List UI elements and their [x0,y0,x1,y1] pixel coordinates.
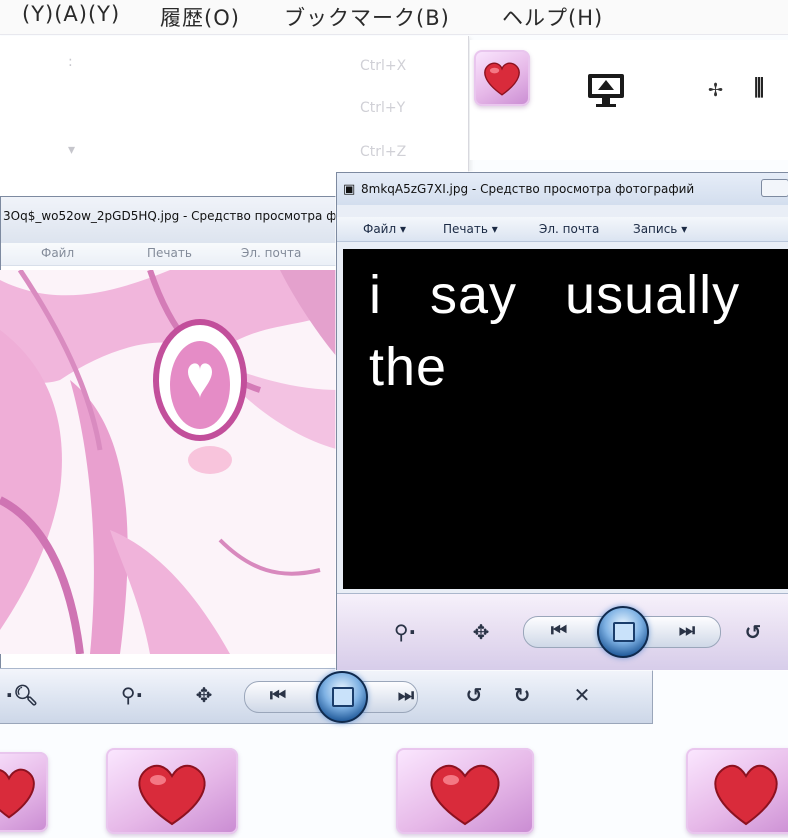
heart-folder-icon[interactable] [474,50,530,106]
monitor-icon[interactable] [582,70,630,110]
rotate-left-icon[interactable]: ↺ [458,681,490,709]
front-window-title: 8mkqA5zG7XI.jpg - Средство просмотра фот… [361,182,695,196]
fit-window-icon[interactable]: ✥ [463,618,499,646]
shortcut-redo: Ctrl+Y [360,100,406,116]
anime-artwork-image [0,270,340,654]
menu-item-help[interactable]: ヘルプ(H) [502,2,603,32]
menu-item-view[interactable]: (Y)(A)(Y) [22,2,120,26]
back-menu-file[interactable]: Файл [41,246,74,260]
menu-file[interactable]: Файл ▾ [363,222,406,236]
slideshow-button[interactable] [316,671,368,723]
slideshow-icon [613,622,635,642]
zoom-icon[interactable]: ⚲· [108,681,156,709]
photo-viewer-icon: ▣ [343,182,356,197]
zoom-icon[interactable]: ⚲· [381,618,429,646]
next-icon[interactable]: ⏭ [386,682,426,710]
previous-icon[interactable]: ⏮ [539,617,579,645]
menu-print[interactable]: Печать ▾ [443,222,498,236]
zoom-in-icon[interactable]: ·🔍︎ [2,681,42,709]
shortcut-cut: Ctrl+X [360,58,407,74]
front-photo-viewer-window: ▣ 8mkqA5zG7XI.jpg - Средство просмотра ф… [336,172,788,670]
menu-burn[interactable]: Запись ▾ [633,222,687,236]
next-icon[interactable]: ⏭ [667,617,707,645]
minimize-button[interactable] [761,179,788,197]
toolbar-icon-strip: ✢ ⫼ [470,40,788,160]
slideshow-icon [332,687,354,707]
heart-folder-icon[interactable] [106,748,238,834]
chevron-down-icon: ▾ [68,142,76,158]
menu-item-bookmarks[interactable]: ブックマーク(B) [284,2,450,32]
back-menu-email[interactable]: Эл. почта [241,246,301,260]
slideshow-button[interactable] [597,606,649,658]
delete-icon[interactable]: ✕ [564,681,600,709]
back-window-titlebar[interactable]: 3Oq$_wo52ow_2pGD5HQ.jpg - Средство просм… [1,197,341,243]
shortcut-undo: Ctrl+Z [360,144,407,160]
pin-icon[interactable]: ✢ [708,80,723,101]
front-window-titlebar[interactable]: ▣ 8mkqA5zG7XI.jpg - Средство просмотра ф… [337,173,788,205]
previous-icon[interactable]: ⏮ [258,682,298,710]
photo-display-area: i say usually the [343,249,788,589]
menu-item-history[interactable]: 履歴(O) [160,2,240,32]
browser-menu-bar: (Y)(A)(Y) 履歴(O) ブックマーク(B) ヘルプ(H) [0,0,788,35]
back-menu-print[interactable]: Печать [147,246,192,260]
rotate-right-icon[interactable]: ↻ [506,681,538,709]
heart-folder-icon[interactable] [686,748,788,834]
front-window-controls: ⚲· ✥ ⏮ ⏭ ↺ [337,593,788,670]
back-window-toolbar: Файл Печать Эл. почта [1,243,341,266]
heart-folder-icon[interactable] [396,748,534,834]
heart-folder-icon[interactable] [0,752,48,832]
bars-icon[interactable]: ⫼ [754,76,764,101]
fit-window-icon[interactable]: ✥ [186,681,222,709]
back-window-title: 3Oq$_wo52ow_2pGD5HQ.jpg - Средство просм… [3,209,341,223]
photo-caption-text: i say usually the [369,265,741,397]
back-window-controls: ·🔍︎ ⚲· ✥ ⏮ ⏭ ↺ ↻ ✕ [0,668,653,724]
rotate-left-icon[interactable]: ↺ [737,618,769,646]
menu-bullet-icon: : [68,54,73,70]
front-window-toolbar: Файл ▾ Печать ▾ Эл. почта Запись ▾ [337,217,788,242]
menu-email[interactable]: Эл. почта [539,222,599,236]
